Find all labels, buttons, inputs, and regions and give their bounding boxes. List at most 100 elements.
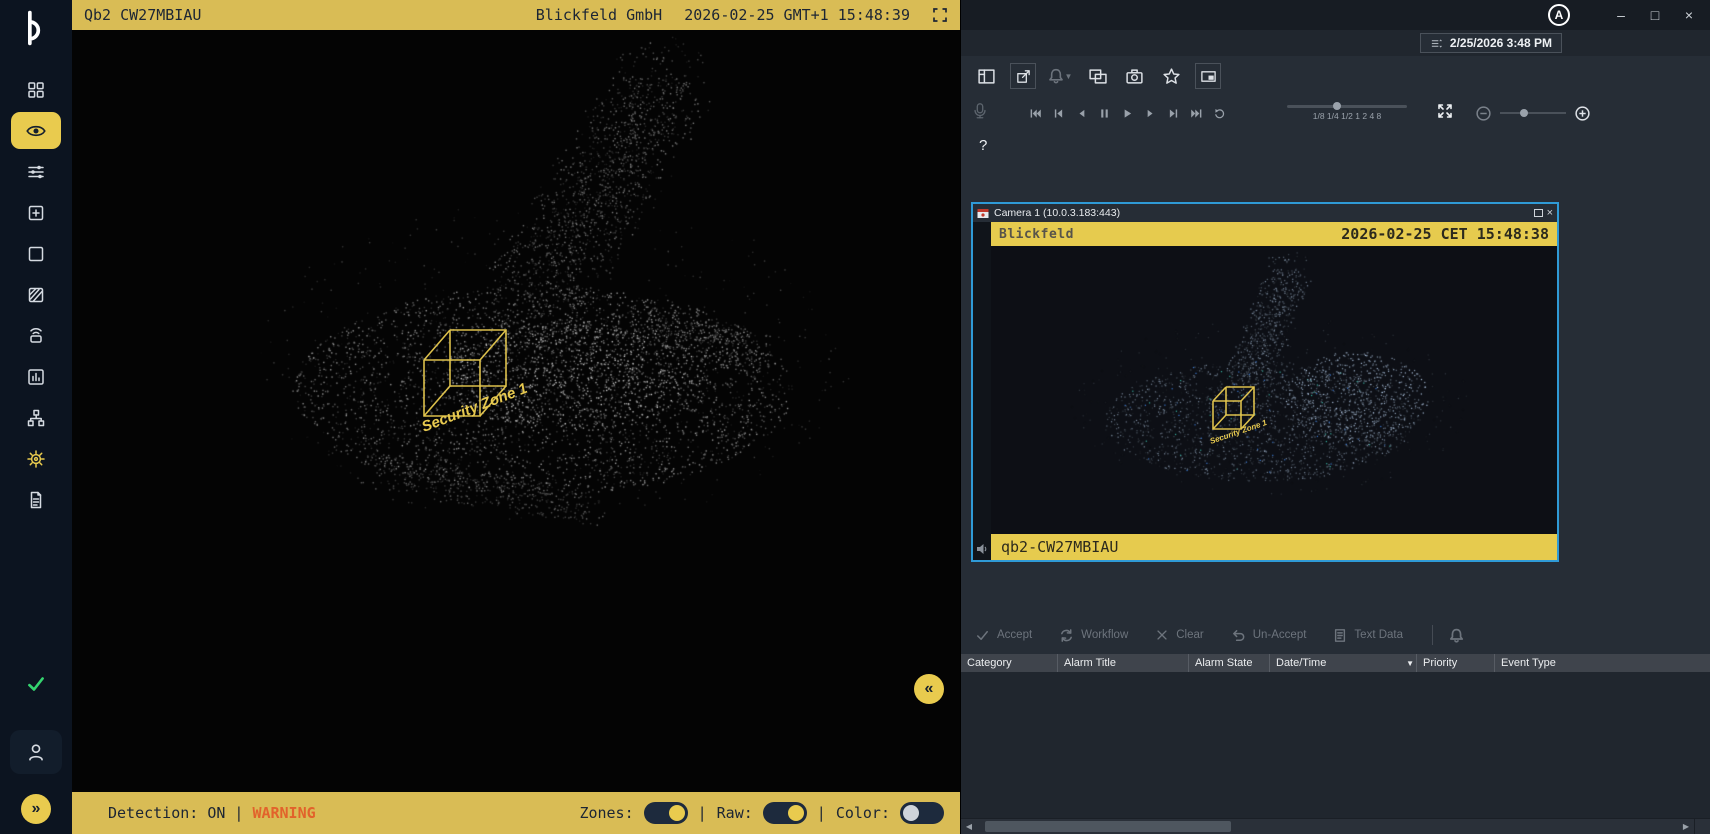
clear-button[interactable]: Clear <box>1155 628 1203 642</box>
skip-end-button[interactable] <box>1186 103 1206 123</box>
user-account-icon[interactable] <box>10 730 62 774</box>
zones-toggle-label: Zones: <box>579 804 633 822</box>
scroll-left-arrow[interactable]: ◀ <box>961 819 977 834</box>
settings-gear-icon[interactable] <box>11 440 61 477</box>
popout-window-icon[interactable] <box>1010 63 1036 89</box>
column-header-alarm-state[interactable]: Alarm State <box>1189 654 1270 672</box>
live-view-eye-icon[interactable] <box>11 112 61 149</box>
detection-status: Detection: ON <box>108 804 225 822</box>
camera-overlay-bottom-banner: qb2-CW27MBIAU <box>991 534 1557 560</box>
dashboard-icon[interactable] <box>11 71 61 108</box>
health-check-icon[interactable] <box>11 665 61 702</box>
playback-speed-control[interactable]: 1/8 1/4 1/2 1 2 4 8 <box>1281 105 1413 121</box>
accept-button[interactable]: Accept <box>975 628 1032 643</box>
text-data-label: Text Data <box>1354 629 1403 641</box>
blickfeld-logo <box>17 8 55 53</box>
panel-collapse-button[interactable]: « <box>914 674 944 704</box>
next-button[interactable] <box>1163 103 1183 123</box>
warning-status: WARNING <box>252 804 315 822</box>
camera-name-overlay: qb2-CW27MBIAU <box>1001 538 1118 556</box>
network-topology-icon[interactable] <box>11 399 61 436</box>
camera-close-icon[interactable]: × <box>1547 208 1553 219</box>
zoom-out-button[interactable] <box>1475 105 1492 122</box>
camera-zone-overlay: Security Zone 1 <box>991 246 1557 534</box>
datetime-filter-icon[interactable]: ▼ <box>1406 659 1414 668</box>
help-label[interactable]: ? <box>979 137 987 154</box>
alarm-bell-icon[interactable]: ▼ <box>1047 63 1073 89</box>
screen: » Qb2 CW27MBIAU Blickfeld GmbH 2026-02-2… <box>0 0 1710 834</box>
camera-snapshot-icon[interactable] <box>1121 63 1147 89</box>
column-header-category[interactable]: Category <box>961 654 1058 672</box>
workflow-button[interactable]: Workflow <box>1059 628 1128 643</box>
scrollbar-track[interactable] <box>977 819 1678 834</box>
column-header-datetime[interactable]: Date/Time▼ <box>1270 654 1417 672</box>
alarm-list-body[interactable] <box>961 672 1710 818</box>
playback-toolbar: 1/8 1/4 1/2 1 2 4 8 <box>961 96 1710 130</box>
minimize-button[interactable]: – <box>1604 2 1638 28</box>
window-titlebar: A – □ × <box>961 0 1710 30</box>
monitors-icon[interactable] <box>1084 63 1110 89</box>
zoom-in-button[interactable] <box>1574 105 1591 122</box>
camera-maximize-icon[interactable] <box>1534 209 1543 217</box>
logs-document-icon[interactable] <box>11 481 61 518</box>
exclusion-zone-icon[interactable] <box>11 276 61 313</box>
camera-panel[interactable]: Camera 1 (10.0.3.183:443) × Blickfeld 20… <box>971 202 1559 562</box>
camera-timestamp: 2026-02-25 CET 15:48:38 <box>1341 225 1549 243</box>
zone-icon[interactable] <box>11 235 61 272</box>
column-header-priority[interactable]: Priority <box>1417 654 1495 672</box>
avatar[interactable]: A <box>1548 4 1570 26</box>
workflow-label: Workflow <box>1081 629 1128 641</box>
raw-toggle[interactable] <box>763 802 807 824</box>
zoom-slider[interactable] <box>1500 112 1566 114</box>
time-select-icon <box>1430 37 1443 50</box>
unaccept-button[interactable]: Un-Accept <box>1231 628 1307 643</box>
notifications-bell-icon[interactable] <box>1449 628 1464 643</box>
camera-video[interactable]: Security Zone 1 <box>991 246 1557 534</box>
transport-controls <box>1025 103 1229 123</box>
text-data-button[interactable]: Text Data <box>1333 628 1403 643</box>
tune-sliders-icon[interactable] <box>11 153 61 190</box>
add-zone-icon[interactable] <box>11 194 61 231</box>
statistics-icon[interactable] <box>11 358 61 395</box>
loop-playback-button[interactable] <box>1209 103 1229 123</box>
column-header-alarm-title[interactable]: Alarm Title <box>1058 654 1189 672</box>
sensor-device-icon[interactable] <box>11 317 61 354</box>
horizontal-scrollbar: ◀ ▶ <box>961 818 1710 834</box>
step-back-button[interactable] <box>1071 103 1091 123</box>
pointcloud-viewport[interactable]: Security Zone 1 « <box>72 30 960 792</box>
column-header-event-type[interactable]: Event Type <box>1495 654 1710 672</box>
picture-in-picture-icon[interactable] <box>1195 63 1221 89</box>
step-forward-button[interactable] <box>1140 103 1160 123</box>
previous-button[interactable] <box>1048 103 1068 123</box>
help-row: ? <box>961 130 1710 160</box>
skip-start-button[interactable] <box>1025 103 1045 123</box>
speed-slider-handle[interactable] <box>1333 102 1341 110</box>
accept-label: Accept <box>997 629 1032 641</box>
separator: | <box>234 804 243 822</box>
speed-slider-track[interactable] <box>1287 105 1407 108</box>
color-toggle[interactable] <box>900 802 944 824</box>
maximize-button[interactable]: □ <box>1638 2 1672 28</box>
camera-zone-label: Security Zone 1 <box>1209 418 1269 446</box>
sidebar-expand-button[interactable]: » <box>21 794 51 824</box>
fit-window-icon[interactable] <box>1437 103 1453 124</box>
star-favorite-icon[interactable] <box>1158 63 1184 89</box>
fullscreen-icon[interactable] <box>932 7 948 23</box>
pause-button[interactable] <box>1094 103 1114 123</box>
camera-panel-title: Camera 1 (10.0.3.183:443) <box>994 207 1120 219</box>
scrollbar-thumb[interactable] <box>985 821 1231 832</box>
camera-overlay-top-banner: Blickfeld 2026-02-25 CET 15:48:38 <box>991 222 1557 246</box>
views-panel-icon[interactable] <box>973 63 999 89</box>
time-picker-field[interactable]: 2/25/2026 3:48 PM <box>1420 33 1562 53</box>
play-button[interactable] <box>1117 103 1137 123</box>
left-topbar: Qb2 CW27MBIAU Blickfeld GmbH 2026-02-25 … <box>72 0 960 30</box>
camera-content: Blickfeld 2026-02-25 CET 15:48:38 <box>973 222 1557 560</box>
left-main: Qb2 CW27MBIAU Blickfeld GmbH 2026-02-25 … <box>72 0 960 834</box>
zones-toggle[interactable] <box>644 802 688 824</box>
unaccept-label: Un-Accept <box>1253 629 1307 641</box>
scroll-right-arrow[interactable]: ▶ <box>1678 819 1694 834</box>
microphone-icon[interactable] <box>971 102 989 125</box>
close-button[interactable]: × <box>1672 2 1706 28</box>
zoom-slider-handle[interactable] <box>1520 109 1528 117</box>
audio-indicator-icon[interactable] <box>976 543 988 555</box>
